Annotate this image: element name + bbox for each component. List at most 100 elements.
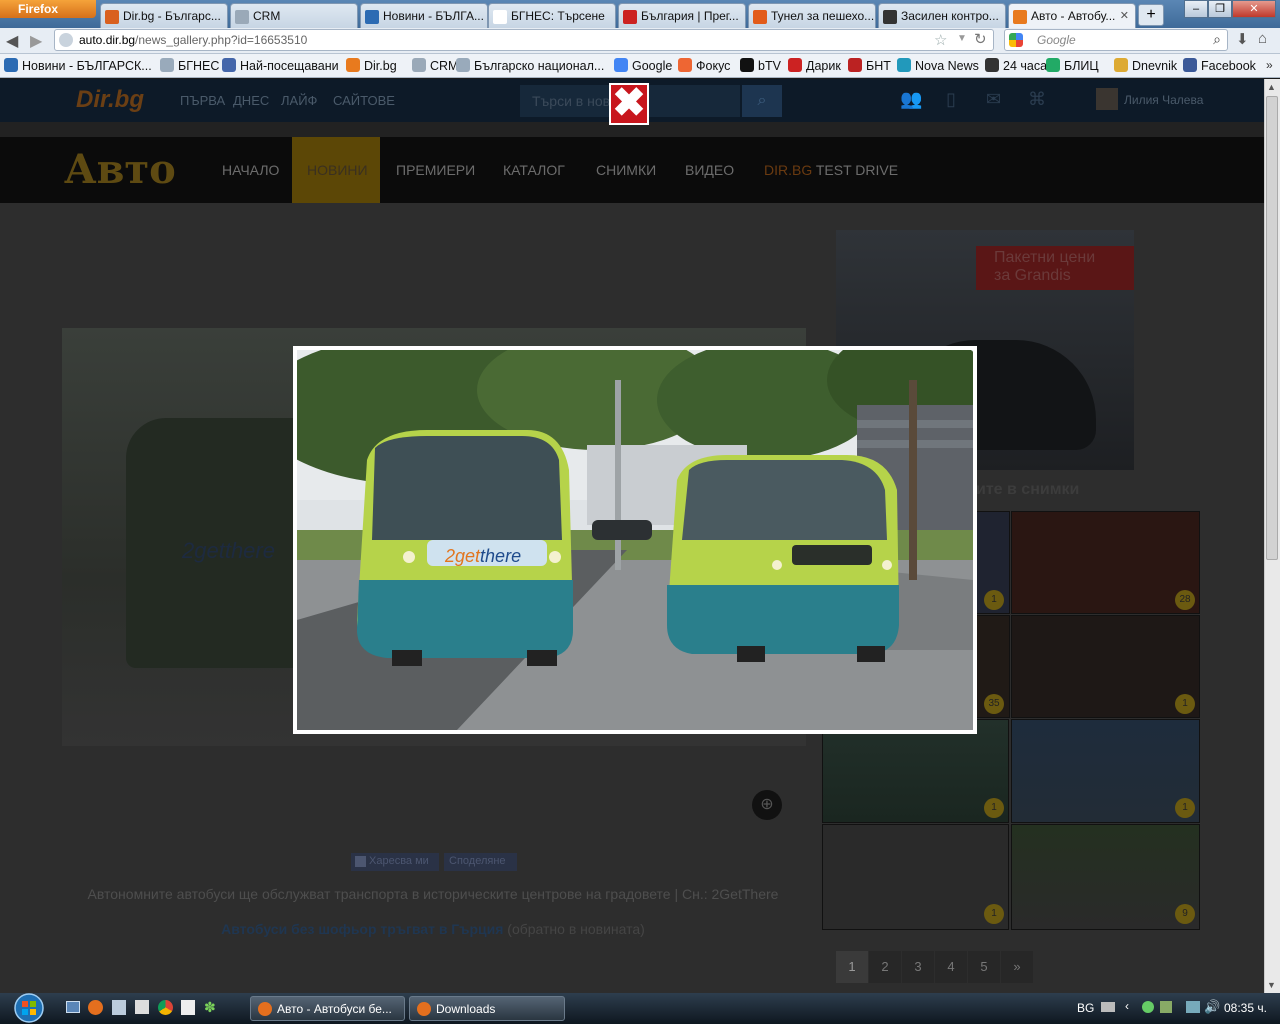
nav-news[interactable]: НОВИНИ [307, 162, 368, 178]
home-icon[interactable]: ⌂ [1258, 30, 1267, 47]
bookmark-star-icon[interactable]: ☆ [934, 31, 947, 49]
tray-app-icon[interactable] [1160, 1001, 1172, 1013]
browser-tab[interactable]: България | Прег... [618, 3, 746, 28]
notepad-icon[interactable] [112, 1000, 126, 1015]
avatar[interactable] [1096, 88, 1118, 110]
browser-tab[interactable]: БГНЕС: Търсене [488, 3, 616, 28]
page-next[interactable]: » [1001, 951, 1033, 983]
volume-icon[interactable]: 🔊 [1204, 999, 1220, 1015]
bookmark-item[interactable]: БНТ [848, 58, 891, 73]
start-button-icon[interactable] [8, 993, 50, 1024]
gallery-thumbnail[interactable] [1011, 615, 1200, 718]
facebook-like-button[interactable]: Харесва ми [351, 853, 439, 871]
bookmark-item[interactable]: Българско национал... [456, 58, 604, 73]
user-name[interactable]: Лилия Чалева [1124, 93, 1203, 107]
keyboard-icon[interactable] [1101, 1002, 1115, 1012]
printer-icon[interactable] [135, 1000, 149, 1014]
nav-premieres[interactable]: ПРЕМИЕРИ [396, 162, 475, 178]
bookmark-item[interactable]: bTV [740, 58, 781, 73]
chrome-icon[interactable] [158, 1000, 173, 1015]
browser-tab[interactable]: Засилен контро... [878, 3, 1006, 28]
scroll-up-arrow-icon[interactable]: ▲ [1267, 82, 1276, 92]
bookmark-item[interactable]: Дарик [788, 58, 841, 73]
browser-tab[interactable]: Новини - БЪЛГА... [360, 3, 488, 28]
mobile-icon[interactable]: ▯ [946, 89, 956, 110]
more-bookmarks-icon[interactable]: » [1266, 58, 1273, 72]
page-3[interactable]: 3 [902, 951, 934, 983]
browser-tab[interactable]: Авто - Автобу... ✕ [1008, 3, 1136, 28]
lightbox-close-button[interactable]: ✖ [609, 83, 649, 125]
bookmark-item[interactable]: Фокус [678, 58, 730, 73]
tray-expand-icon[interactable]: ‹ [1125, 999, 1129, 1013]
chevron-down-icon[interactable]: ▼ [957, 33, 967, 44]
taskbar-app-downloads[interactable]: Downloads [409, 996, 565, 1021]
firefox-menu-button[interactable]: Firefox [0, 0, 96, 18]
forward-arrow-icon[interactable]: ▶ [30, 31, 42, 51]
zoom-icon[interactable]: ⊕ [752, 790, 782, 820]
bookmark-item[interactable]: 24 часа [985, 58, 1047, 73]
nav-catalog[interactable]: КАТАЛОГ [503, 162, 565, 178]
mail-icon[interactable]: ✉ [986, 89, 1001, 110]
minimize-button[interactable]: – [1184, 0, 1208, 18]
page-1[interactable]: 1 [836, 951, 868, 983]
network-icon[interactable] [1186, 1001, 1200, 1013]
scroll-down-arrow-icon[interactable]: ▼ [1267, 980, 1276, 990]
bookmark-item[interactable]: Dir.bg [346, 58, 397, 73]
back-to-article-link[interactable]: (обратно в новината) [507, 921, 645, 937]
nav-video[interactable]: ВИДЕО [685, 162, 734, 178]
top-nav-life[interactable]: ЛАЙФ [281, 93, 317, 108]
nav-home[interactable]: НАЧАЛО [222, 162, 279, 178]
page-4[interactable]: 4 [935, 951, 967, 983]
bookmark-item[interactable]: Новини - БЪЛГАРСК... [4, 58, 152, 73]
bookmark-item[interactable]: Dnevnik [1114, 58, 1177, 73]
browser-tab[interactable]: Тунел за пешехо... [748, 3, 876, 28]
search-icon[interactable]: ⌕ [1213, 31, 1221, 48]
puzzle-icon[interactable]: ✽ [204, 999, 216, 1016]
bookmark-item[interactable]: Facebook [1183, 58, 1256, 73]
taskbar-app-firefox-auto[interactable]: Авто - Автобуси бе... [250, 996, 405, 1021]
reload-icon[interactable]: ↻ [974, 30, 987, 48]
bookmark-item[interactable]: CRM [412, 58, 458, 73]
gallery-thumbnail[interactable] [822, 824, 1009, 930]
page-2[interactable]: 2 [869, 951, 901, 983]
search-input[interactable]: Google ⌕ [1004, 29, 1228, 51]
bookmark-item[interactable]: Nova News [897, 58, 979, 73]
gallery-thumbnail[interactable] [822, 719, 1009, 823]
site-search-icon[interactable]: ⌕ [742, 85, 782, 117]
dirbg-logo[interactable]: Dir.bg [76, 86, 144, 114]
tag-icon[interactable]: ⌘ [1028, 89, 1046, 110]
url-bar[interactable]: auto.dir.bg/news_gallery.php?id=16653510 [54, 29, 994, 51]
new-tab-button[interactable]: + [1138, 4, 1164, 26]
downloads-icon[interactable]: ⬇ [1236, 30, 1249, 48]
auto-logo[interactable]: Авто [64, 146, 176, 193]
page-5[interactable]: 5 [968, 951, 1000, 983]
lightbox-photo[interactable]: 2getthere [297, 350, 973, 730]
top-nav-first[interactable]: ПЪРВА [180, 93, 225, 108]
back-arrow-icon[interactable]: ◀ [6, 31, 18, 51]
scrollbar-thumb[interactable] [1266, 96, 1278, 560]
browser-tab[interactable]: Dir.bg - Българс... [100, 3, 228, 28]
document-icon[interactable] [181, 1000, 195, 1015]
language-indicator[interactable]: BG [1077, 1001, 1094, 1015]
facebook-share-button[interactable]: Споделяне [444, 853, 517, 871]
browser-tab[interactable]: CRM [230, 3, 358, 28]
close-tab-icon[interactable]: ✕ [1120, 9, 1129, 22]
nav-photos[interactable]: СНИМКИ [596, 162, 656, 178]
bookmark-item[interactable]: Най-посещавани [222, 58, 339, 73]
nav-test-drive[interactable]: DIR.BG TEST DRIVE [764, 162, 898, 178]
close-window-button[interactable]: ✕ [1232, 0, 1276, 18]
bookmark-item[interactable]: БЛИЦ [1046, 58, 1099, 73]
top-nav-sites[interactable]: САЙТОВЕ [333, 93, 395, 108]
gallery-thumbnail[interactable] [1011, 511, 1200, 614]
users-icon[interactable]: 👥 [900, 89, 922, 110]
bookmark-item[interactable]: БГНЕС [160, 58, 219, 73]
top-nav-today[interactable]: ДНЕС [233, 93, 269, 108]
clock[interactable]: 08:35 ч. [1224, 1001, 1267, 1015]
firefox-quicklaunch-icon[interactable] [88, 1000, 103, 1015]
restore-button[interactable]: ❐ [1208, 0, 1232, 18]
tray-app-icon[interactable] [1142, 1001, 1154, 1013]
article-link[interactable]: Автобуси без шофьор тръгват в Гърция [221, 921, 503, 937]
show-desktop-icon[interactable] [66, 1001, 80, 1013]
bookmark-item[interactable]: Google [614, 58, 672, 73]
gallery-thumbnail[interactable] [1011, 824, 1200, 930]
